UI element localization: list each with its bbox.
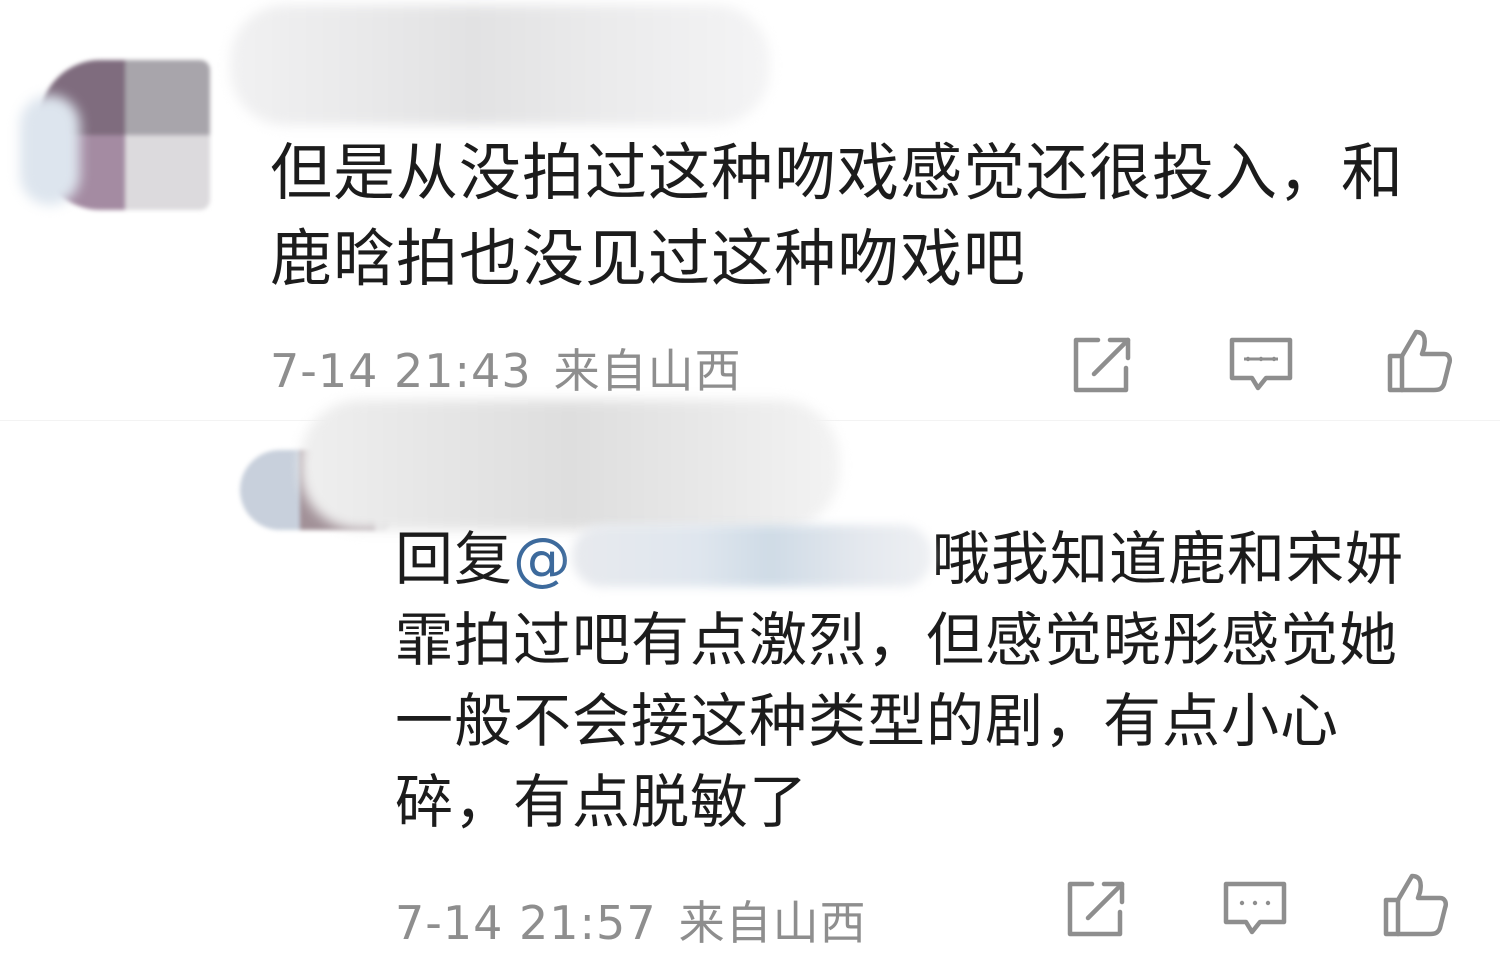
reply-prefix: 回复 [395,525,514,593]
like-icon[interactable] [1380,870,1450,940]
location: 来自山西 [553,344,742,398]
comment-meta: 7-14 21:43 来自山西 [270,335,742,401]
mention-username-blurred[interactable] [572,525,933,587]
comment-icon[interactable] [1220,874,1290,944]
reply-text: 回复@ 哦我知道鹿和宋妍霏拍过吧有点激烈，但感觉晓彤感觉她一般不会接这种类型的剧，… [395,519,1455,843]
comment-text: 但是从没拍过这种吻戏感觉还很投入，和鹿晗拍也没见过这种吻戏吧 [270,136,1405,295]
comment-meta: 7-14 21:57 来自山西 [395,887,867,953]
like-icon[interactable] [1384,326,1454,396]
share-icon[interactable] [1062,874,1132,944]
username-blurred[interactable] [300,400,840,530]
timestamp: 7-14 21:43 [270,344,532,398]
username-blurred[interactable] [230,5,770,125]
timestamp: 7-14 21:57 [395,896,657,950]
comment-icon[interactable] [1226,330,1296,400]
location: 来自山西 [678,896,867,950]
mention-link[interactable]: @ [513,525,572,593]
share-icon[interactable] [1068,330,1138,400]
